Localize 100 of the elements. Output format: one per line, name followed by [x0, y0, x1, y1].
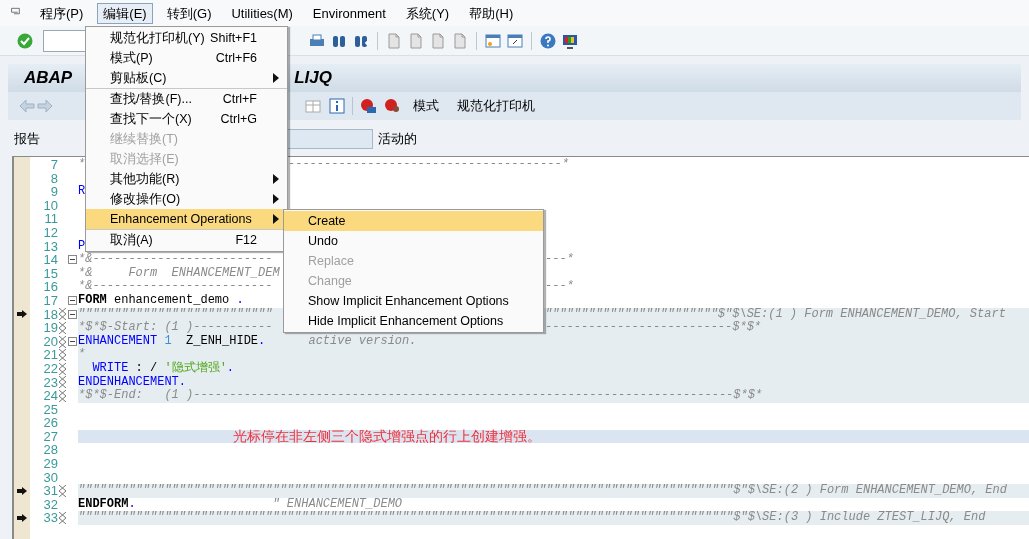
fold-icon[interactable]	[68, 255, 77, 265]
line-number: 24	[42, 389, 58, 403]
report-label: 报告	[14, 130, 40, 149]
line-number: 20	[42, 334, 58, 349]
menu-option[interactable]: 查找下一个(X) Ctrl+G	[86, 109, 287, 129]
code-text: *	[78, 348, 86, 362]
code-text: .	[128, 497, 136, 511]
shortcut-text: Ctrl+F	[222, 90, 257, 108]
code-text: """""""""""""""""""""""""""""""""""""""""""""""""""""""""""""""""""""""""""""""""""""""""""$"$\SE:(2 ) Form ENHANCEMENT_DEMO, End	[78, 484, 1007, 498]
code-text: """""""""""""""""""""""""""""""""""""""""""""""""""""""""""""""""""""""""""""""""""""""""""$"$\SE:(3 ) Include ZTEST_LIJQ, End	[78, 511, 986, 526]
check-icon[interactable]	[16, 31, 34, 50]
code-text: """"""""""""""""""""""""$"$\SE:(1 ) Form ENHANCEMENT_DEMO, Start	[545, 307, 1006, 321]
menu-option[interactable]: 模式(P) Ctrl+F6	[86, 48, 287, 68]
toolbar-text-button[interactable]: 模式	[407, 95, 445, 117]
line-number: 32	[42, 497, 58, 512]
line-number: 15	[42, 266, 58, 281]
line-number: 9	[49, 185, 58, 199]
menu-item[interactable]: 系统(Y)	[399, 2, 456, 24]
shortcut-text: F12	[235, 231, 257, 249]
shortcut-text: Ctrl+G	[220, 110, 257, 128]
code-text: *	[78, 158, 86, 172]
code-text: *&-------------------------	[78, 253, 273, 267]
toolbar-text-button[interactable]: 规范化打印机	[451, 95, 541, 117]
menu-item[interactable]: 编辑(E)	[97, 2, 153, 24]
report-name-field[interactable]	[285, 129, 373, 149]
line-number: 12	[42, 225, 58, 240]
line-number: 8	[49, 171, 58, 186]
shortcut-text: Shift+F1	[210, 29, 257, 47]
code-text: *$*$-End: (1 )---------------------------------------------------------------------------$*$*	[78, 389, 763, 403]
screen-title: LIJQ	[294, 67, 332, 90]
info-icon[interactable]	[328, 97, 346, 115]
help-icon[interactable]	[539, 31, 557, 50]
line-number: 26	[42, 416, 58, 430]
code-text: ---*	[545, 253, 574, 267]
code-text: """""""""""""""""""""""""""	[78, 307, 273, 321]
line-number: 21	[42, 348, 58, 362]
line-number: 22	[42, 361, 58, 376]
menu-option[interactable]: 其他功能(R)	[86, 169, 287, 189]
code-text: '隐式增强'	[164, 361, 227, 376]
fold-icon[interactable]	[68, 309, 77, 319]
window-icon[interactable]	[506, 31, 524, 50]
line-number: 11	[43, 212, 58, 226]
line-number: 13	[42, 239, 58, 254]
line-number: 18	[42, 307, 58, 322]
code-text: : /	[134, 361, 159, 376]
line-number: 29	[42, 457, 58, 471]
line-number: 19	[42, 321, 58, 335]
code-text: ENDENHANCEMENT.	[78, 375, 187, 389]
menu-option[interactable]: 剪贴板(C)	[86, 68, 287, 88]
menu-option[interactable]: 修改操作(O)	[86, 189, 287, 209]
fold-icon[interactable]	[68, 296, 77, 306]
code-text: .	[236, 293, 244, 308]
code-text: " ENHANCEMENT_DEMO	[271, 497, 403, 511]
screen-title: ABAP	[24, 67, 73, 90]
code-text: Z_ENH_HIDE	[185, 334, 259, 349]
code-text: P	[78, 239, 86, 253]
menu-option[interactable]: 查找/替换(F)... Ctrl+F	[86, 89, 287, 109]
line-number: 33	[42, 511, 58, 526]
line-number: 17	[42, 293, 58, 308]
code-text: R	[78, 185, 86, 199]
code-text: 1	[163, 334, 172, 349]
menu-option[interactable]: 规范化打印机(Y) Shift+F1	[86, 28, 287, 48]
code-text: --------------------------------------*	[288, 158, 569, 172]
code-text: active version.	[307, 334, 417, 349]
menu-item[interactable]: Utilities(M)	[225, 2, 299, 24]
line-number: 25	[42, 402, 58, 417]
line-number: 30	[42, 470, 58, 485]
line-number: 7	[49, 158, 58, 172]
line-number: 10	[42, 198, 58, 213]
code-text: ENDFORM	[78, 497, 129, 511]
line-number: 31	[42, 484, 58, 498]
menu-item[interactable]: Environment	[306, 2, 392, 24]
code-text: *& Form ENHANCEMENT_DEM	[78, 266, 280, 280]
code-text: WRITE	[91, 361, 129, 376]
code-text: *$*$-Start: (1 )-----------	[78, 321, 273, 335]
line-number: 14	[42, 253, 58, 267]
line-number: 16	[42, 280, 58, 294]
code-text: enhancement_demo	[113, 293, 231, 308]
code-text: FORM	[78, 293, 107, 308]
menu-option[interactable]: Show Implicit Enhancement Options	[284, 291, 543, 311]
code-text: --------------------------$*$*	[545, 321, 762, 335]
menu-option[interactable]: Hide Implicit Enhancement Options	[284, 311, 543, 331]
window-icon[interactable]	[484, 31, 502, 50]
status-label: 活动的	[378, 130, 417, 149]
fold-icon[interactable]	[68, 337, 77, 346]
annotation-text: 光标停在非左侧三个隐式增强点的行上创建增强。	[233, 429, 541, 444]
menu-item[interactable]: 程序(P)	[34, 2, 90, 24]
code-text: ENHANCEMENT	[78, 334, 158, 348]
shortcut-text: Ctrl+F6	[215, 49, 257, 67]
menu-item[interactable]: 转到(G)	[160, 2, 218, 24]
menu-option[interactable]: Create	[284, 211, 543, 231]
menu-option[interactable]: Undo	[284, 231, 543, 251]
code-text: .	[258, 334, 266, 349]
code-text: .	[226, 361, 235, 376]
line-number: 27	[42, 429, 58, 444]
line-number: 28	[42, 443, 58, 458]
code-text: ---*	[545, 280, 574, 294]
menu-item[interactable]: 帮助(H)	[463, 2, 520, 24]
code-text: *&-------------------------	[78, 280, 273, 294]
line-number: 23	[42, 375, 58, 390]
